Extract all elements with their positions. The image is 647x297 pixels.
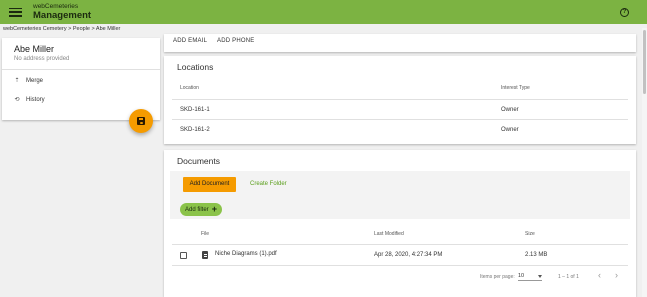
add-filter-label: Add filter bbox=[185, 206, 209, 213]
person-name: Abe Miller bbox=[14, 44, 55, 54]
interest-type-cell: Owner bbox=[501, 107, 519, 113]
previous-page-icon[interactable]: ‹ bbox=[598, 271, 601, 280]
app-header: webCemeteries Management ? bbox=[0, 0, 647, 24]
documents-toolbar: Add Document Create Folder bbox=[170, 171, 630, 197]
merge-icon: ⇡ bbox=[14, 78, 20, 84]
contact-actions-card: ADD EMAIL ADD PHONE bbox=[164, 34, 636, 52]
divider bbox=[172, 119, 628, 120]
create-folder-button[interactable]: Create Folder bbox=[250, 181, 287, 187]
file-name[interactable]: Niche Diagrams (1).pdf bbox=[215, 251, 277, 257]
documents-title: Documents bbox=[177, 156, 220, 166]
row-checkbox[interactable] bbox=[180, 252, 187, 259]
next-page-icon[interactable]: › bbox=[615, 271, 618, 280]
page-range: 1 – 1 of 1 bbox=[558, 274, 579, 280]
history-icon: ⟲ bbox=[14, 97, 20, 103]
divider bbox=[2, 69, 160, 70]
items-per-page-value: 10 bbox=[518, 273, 525, 279]
history-menu-item[interactable]: ⟲ History bbox=[14, 96, 45, 104]
add-phone-button[interactable]: ADD PHONE bbox=[217, 38, 254, 44]
plus-icon: + bbox=[211, 204, 217, 214]
add-email-button[interactable]: ADD EMAIL bbox=[173, 38, 207, 44]
person-card: Abe Miller No address provided ⇡ Merge ⟲… bbox=[2, 38, 160, 120]
last-modified-cell: Apr 28, 2020, 4:27:34 PM bbox=[374, 252, 443, 258]
merge-label: Merge bbox=[26, 77, 44, 84]
filter-bar: Add filter + bbox=[170, 197, 630, 219]
add-document-button[interactable]: Add Document bbox=[183, 177, 236, 192]
file-icon bbox=[202, 251, 208, 259]
locations-card: Locations Location Interest Type SKD-161… bbox=[164, 56, 636, 144]
location-cell[interactable]: SKD-161-1 bbox=[180, 107, 210, 113]
help-icon[interactable]: ? bbox=[620, 8, 629, 17]
divider bbox=[172, 99, 628, 100]
size-cell: 2.13 MB bbox=[525, 252, 548, 258]
location-cell[interactable]: SKD-161-2 bbox=[180, 127, 210, 133]
items-per-page-select[interactable]: 10 bbox=[518, 273, 542, 281]
app-brand: webCemeteries Management bbox=[33, 3, 92, 21]
column-header-size: Size bbox=[525, 231, 535, 237]
breadcrumb[interactable]: webCemeteries Cemetery > People > Abe Mi… bbox=[3, 26, 120, 32]
locations-title: Locations bbox=[177, 62, 214, 72]
add-filter-button[interactable]: Add filter + bbox=[180, 203, 222, 216]
history-label: History bbox=[26, 96, 45, 103]
column-header-last-modified: Last Modified bbox=[374, 231, 404, 237]
chevron-down-icon bbox=[538, 275, 542, 278]
column-header-interest-type: Interest Type bbox=[501, 85, 530, 91]
documents-card: Documents Add Document Create Folder Add… bbox=[164, 150, 636, 297]
menu-icon[interactable] bbox=[9, 7, 22, 17]
divider bbox=[172, 265, 628, 266]
column-header-location: Location bbox=[180, 85, 199, 91]
interest-type-cell: Owner bbox=[501, 127, 519, 133]
person-address: No address provided bbox=[14, 56, 70, 62]
scrollbar-thumb[interactable] bbox=[643, 30, 646, 94]
items-per-page-label: Items per page: bbox=[480, 274, 515, 280]
brand-title: Management bbox=[33, 10, 92, 21]
divider bbox=[172, 244, 628, 245]
save-button[interactable] bbox=[129, 109, 153, 133]
save-icon bbox=[137, 117, 145, 125]
merge-menu-item[interactable]: ⇡ Merge bbox=[14, 77, 44, 85]
column-header-file: File bbox=[201, 231, 210, 237]
